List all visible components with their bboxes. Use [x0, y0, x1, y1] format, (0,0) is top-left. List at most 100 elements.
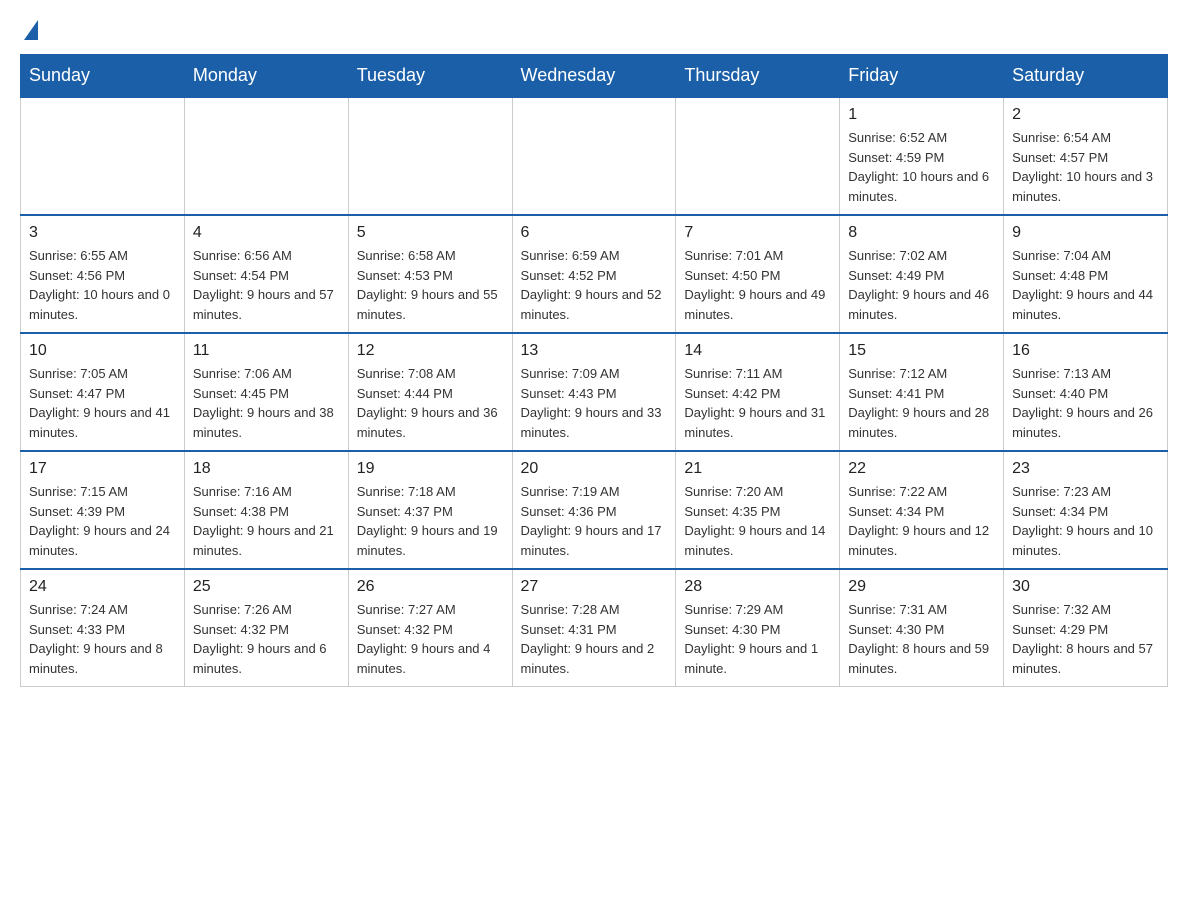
day-info: Sunrise: 7:18 AMSunset: 4:37 PMDaylight:… — [357, 482, 504, 560]
day-number: 8 — [848, 224, 995, 242]
calendar-cell: 19 Sunrise: 7:18 AMSunset: 4:37 PMDayligh… — [348, 451, 512, 569]
calendar-cell: 29 Sunrise: 7:31 AMSunset: 4:30 PMDayligh… — [840, 569, 1004, 687]
calendar-cell: 13 Sunrise: 7:09 AMSunset: 4:43 PMDayligh… — [512, 333, 676, 451]
day-info: Sunrise: 7:16 AMSunset: 4:38 PMDaylight:… — [193, 482, 340, 560]
week-row-2: 3 Sunrise: 6:55 AMSunset: 4:56 PMDaylight… — [21, 215, 1168, 333]
day-info: Sunrise: 6:56 AMSunset: 4:54 PMDaylight:… — [193, 246, 340, 324]
calendar-cell: 1 Sunrise: 6:52 AMSunset: 4:59 PMDaylight… — [840, 97, 1004, 215]
day-number: 24 — [29, 578, 176, 596]
calendar-cell: 7 Sunrise: 7:01 AMSunset: 4:50 PMDaylight… — [676, 215, 840, 333]
day-number: 13 — [521, 342, 668, 360]
day-number: 9 — [1012, 224, 1159, 242]
day-number: 3 — [29, 224, 176, 242]
week-row-1: 1 Sunrise: 6:52 AMSunset: 4:59 PMDaylight… — [21, 97, 1168, 215]
calendar-cell: 5 Sunrise: 6:58 AMSunset: 4:53 PMDaylight… — [348, 215, 512, 333]
calendar: SundayMondayTuesdayWednesdayThursdayFrid… — [20, 54, 1168, 687]
calendar-cell: 10 Sunrise: 7:05 AMSunset: 4:47 PMDayligh… — [21, 333, 185, 451]
calendar-cell: 4 Sunrise: 6:56 AMSunset: 4:54 PMDaylight… — [184, 215, 348, 333]
calendar-cell: 24 Sunrise: 7:24 AMSunset: 4:33 PMDayligh… — [21, 569, 185, 687]
logo — [20, 20, 38, 44]
day-info: Sunrise: 6:59 AMSunset: 4:52 PMDaylight:… — [521, 246, 668, 324]
calendar-cell: 18 Sunrise: 7:16 AMSunset: 4:38 PMDayligh… — [184, 451, 348, 569]
calendar-cell: 15 Sunrise: 7:12 AMSunset: 4:41 PMDayligh… — [840, 333, 1004, 451]
day-number: 12 — [357, 342, 504, 360]
day-info: Sunrise: 7:01 AMSunset: 4:50 PMDaylight:… — [684, 246, 831, 324]
day-number: 18 — [193, 460, 340, 478]
day-number: 11 — [193, 342, 340, 360]
calendar-cell: 22 Sunrise: 7:22 AMSunset: 4:34 PMDayligh… — [840, 451, 1004, 569]
day-number: 6 — [521, 224, 668, 242]
day-info: Sunrise: 7:11 AMSunset: 4:42 PMDaylight:… — [684, 364, 831, 442]
day-number: 7 — [684, 224, 831, 242]
calendar-cell: 12 Sunrise: 7:08 AMSunset: 4:44 PMDayligh… — [348, 333, 512, 451]
calendar-cell: 21 Sunrise: 7:20 AMSunset: 4:35 PMDayligh… — [676, 451, 840, 569]
weekday-header-thursday: Thursday — [676, 55, 840, 98]
day-number: 26 — [357, 578, 504, 596]
day-number: 28 — [684, 578, 831, 596]
day-number: 16 — [1012, 342, 1159, 360]
day-number: 5 — [357, 224, 504, 242]
calendar-cell: 3 Sunrise: 6:55 AMSunset: 4:56 PMDaylight… — [21, 215, 185, 333]
weekday-header-row: SundayMondayTuesdayWednesdayThursdayFrid… — [21, 55, 1168, 98]
day-number: 21 — [684, 460, 831, 478]
day-info: Sunrise: 7:09 AMSunset: 4:43 PMDaylight:… — [521, 364, 668, 442]
day-info: Sunrise: 7:05 AMSunset: 4:47 PMDaylight:… — [29, 364, 176, 442]
day-number: 4 — [193, 224, 340, 242]
calendar-cell: 27Sunrise: 7:28 AMSunset: 4:31 PMDayligh… — [512, 569, 676, 687]
calendar-cell: 28 Sunrise: 7:29 AMSunset: 4:30 PMDayligh… — [676, 569, 840, 687]
day-number: 17 — [29, 460, 176, 478]
day-number: 19 — [357, 460, 504, 478]
calendar-cell: 8Sunrise: 7:02 AMSunset: 4:49 PMDaylight… — [840, 215, 1004, 333]
day-info: Sunrise: 6:52 AMSunset: 4:59 PMDaylight:… — [848, 128, 995, 206]
calendar-cell: 26 Sunrise: 7:27 AMSunset: 4:32 PMDayligh… — [348, 569, 512, 687]
calendar-cell — [676, 97, 840, 215]
day-info: Sunrise: 7:26 AMSunset: 4:32 PMDaylight:… — [193, 600, 340, 678]
calendar-cell: 2Sunrise: 6:54 AMSunset: 4:57 PMDaylight… — [1004, 97, 1168, 215]
day-number: 23 — [1012, 460, 1159, 478]
day-number: 10 — [29, 342, 176, 360]
day-info: Sunrise: 7:29 AMSunset: 4:30 PMDaylight:… — [684, 600, 831, 678]
day-info: Sunrise: 7:24 AMSunset: 4:33 PMDaylight:… — [29, 600, 176, 678]
day-info: Sunrise: 7:08 AMSunset: 4:44 PMDaylight:… — [357, 364, 504, 442]
calendar-cell: 17Sunrise: 7:15 AMSunset: 4:39 PMDayligh… — [21, 451, 185, 569]
calendar-cell: 9Sunrise: 7:04 AMSunset: 4:48 PMDaylight… — [1004, 215, 1168, 333]
day-info: Sunrise: 7:23 AMSunset: 4:34 PMDaylight:… — [1012, 482, 1159, 560]
day-info: Sunrise: 6:58 AMSunset: 4:53 PMDaylight:… — [357, 246, 504, 324]
calendar-cell — [21, 97, 185, 215]
day-number: 15 — [848, 342, 995, 360]
day-number: 30 — [1012, 578, 1159, 596]
calendar-cell — [512, 97, 676, 215]
day-number: 2 — [1012, 106, 1159, 124]
day-info: Sunrise: 7:31 AMSunset: 4:30 PMDaylight:… — [848, 600, 995, 678]
weekday-header-tuesday: Tuesday — [348, 55, 512, 98]
day-info: Sunrise: 6:55 AMSunset: 4:56 PMDaylight:… — [29, 246, 176, 324]
day-info: Sunrise: 7:28 AMSunset: 4:31 PMDaylight:… — [521, 600, 668, 678]
week-row-5: 24 Sunrise: 7:24 AMSunset: 4:33 PMDayligh… — [21, 569, 1168, 687]
weekday-header-monday: Monday — [184, 55, 348, 98]
calendar-cell: 16 Sunrise: 7:13 AMSunset: 4:40 PMDayligh… — [1004, 333, 1168, 451]
calendar-cell — [184, 97, 348, 215]
day-number: 14 — [684, 342, 831, 360]
weekday-header-friday: Friday — [840, 55, 1004, 98]
day-info: Sunrise: 7:22 AMSunset: 4:34 PMDaylight:… — [848, 482, 995, 560]
day-info: Sunrise: 7:20 AMSunset: 4:35 PMDaylight:… — [684, 482, 831, 560]
day-number: 29 — [848, 578, 995, 596]
weekday-header-wednesday: Wednesday — [512, 55, 676, 98]
day-info: Sunrise: 7:12 AMSunset: 4:41 PMDaylight:… — [848, 364, 995, 442]
calendar-cell: 20Sunrise: 7:19 AMSunset: 4:36 PMDayligh… — [512, 451, 676, 569]
day-info: Sunrise: 7:27 AMSunset: 4:32 PMDaylight:… — [357, 600, 504, 678]
calendar-cell: 23 Sunrise: 7:23 AMSunset: 4:34 PMDayligh… — [1004, 451, 1168, 569]
calendar-cell — [348, 97, 512, 215]
day-info: Sunrise: 7:13 AMSunset: 4:40 PMDaylight:… — [1012, 364, 1159, 442]
day-number: 1 — [848, 106, 995, 124]
calendar-cell: 25 Sunrise: 7:26 AMSunset: 4:32 PMDayligh… — [184, 569, 348, 687]
week-row-4: 17Sunrise: 7:15 AMSunset: 4:39 PMDayligh… — [21, 451, 1168, 569]
day-number: 25 — [193, 578, 340, 596]
day-info: Sunrise: 7:32 AMSunset: 4:29 PMDaylight:… — [1012, 600, 1159, 678]
week-row-3: 10 Sunrise: 7:05 AMSunset: 4:47 PMDayligh… — [21, 333, 1168, 451]
day-number: 22 — [848, 460, 995, 478]
day-info: Sunrise: 7:19 AMSunset: 4:36 PMDaylight:… — [521, 482, 668, 560]
calendar-cell: 11 Sunrise: 7:06 AMSunset: 4:45 PMDayligh… — [184, 333, 348, 451]
day-info: Sunrise: 7:06 AMSunset: 4:45 PMDaylight:… — [193, 364, 340, 442]
weekday-header-sunday: Sunday — [21, 55, 185, 98]
